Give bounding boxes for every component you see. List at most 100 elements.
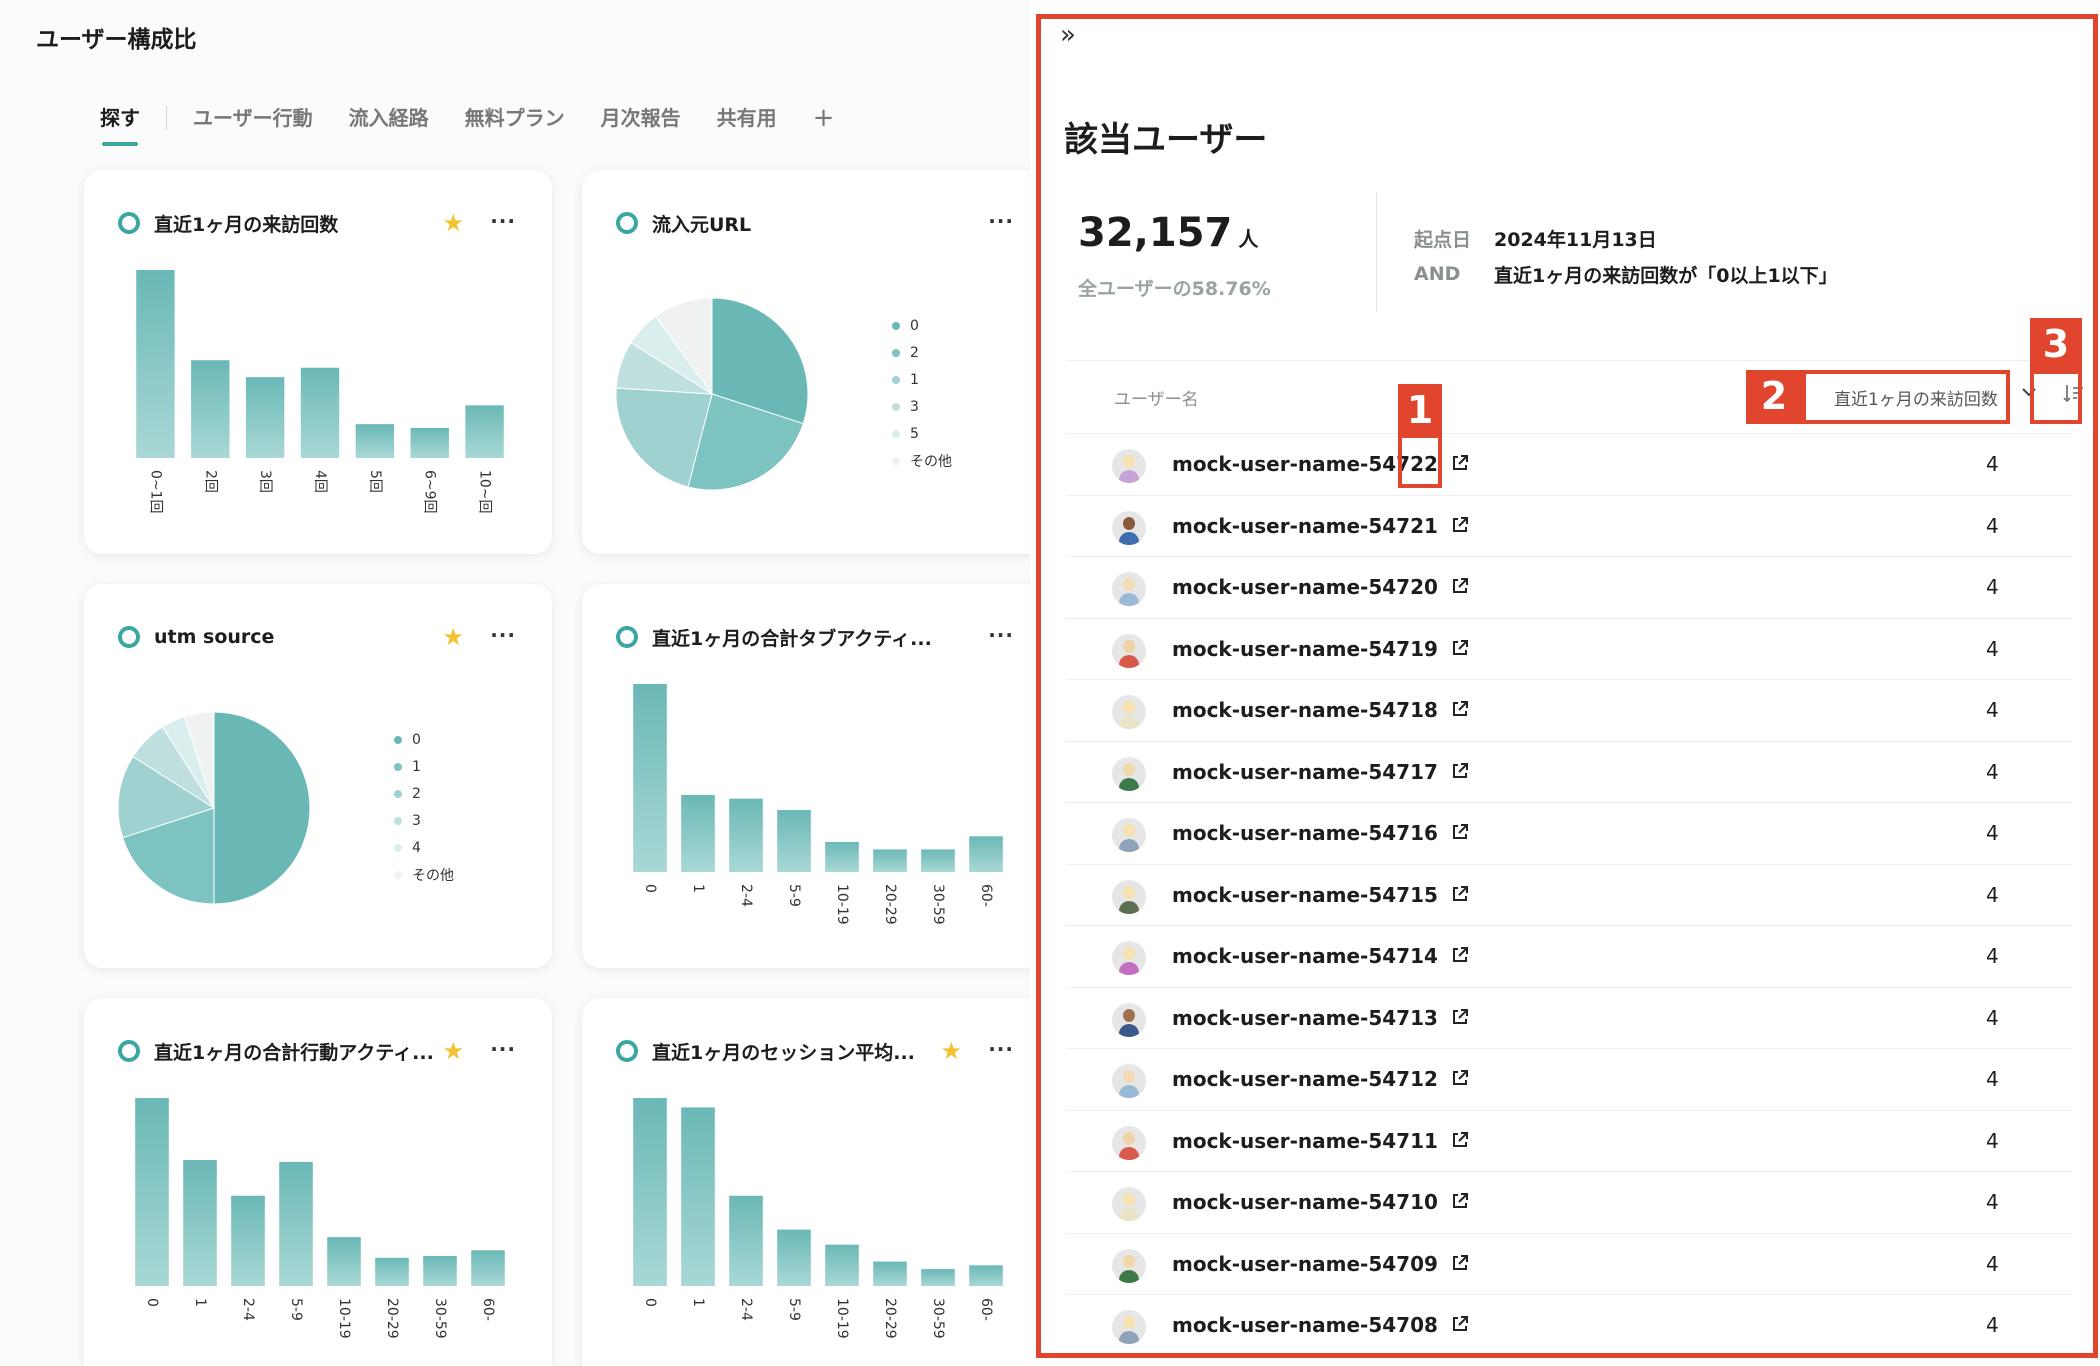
bar[interactable] [375,1257,409,1286]
table-row[interactable]: mock-user-name-54716 4 [1066,803,2072,865]
star-icon[interactable]: ★ [442,208,464,238]
more-options-icon[interactable]: ··· [490,208,516,234]
user-name-link[interactable]: mock-user-name-54708 [1172,1313,1438,1337]
tab-explore[interactable]: 探す [100,98,140,146]
external-link-icon[interactable] [1450,884,1470,904]
bar[interactable] [633,684,667,872]
external-link-icon[interactable] [1450,822,1470,842]
bar[interactable] [681,794,715,872]
user-name-link[interactable]: mock-user-name-54716 [1172,821,1438,845]
bar[interactable] [231,1195,265,1286]
external-link-icon[interactable] [1450,1191,1470,1211]
bar[interactable] [825,841,859,872]
table-row[interactable]: mock-user-name-54722 4 [1066,434,2072,496]
add-tab-button[interactable]: + [813,98,835,138]
bar[interactable] [465,405,504,458]
bar[interactable] [136,270,175,458]
table-row[interactable]: mock-user-name-54708 4 [1066,1295,2072,1357]
more-options-icon[interactable]: ··· [988,208,1014,234]
bar[interactable] [729,1195,763,1286]
tab-traffic-source[interactable]: 流入経路 [349,98,429,138]
user-name-link[interactable]: mock-user-name-54718 [1172,698,1438,722]
user-name-link[interactable]: mock-user-name-54709 [1172,1252,1438,1276]
user-name-link[interactable]: mock-user-name-54720 [1172,575,1438,599]
user-name-link[interactable]: mock-user-name-54714 [1172,944,1438,968]
external-link-icon[interactable] [1450,945,1470,965]
star-icon[interactable]: ★ [442,1036,464,1066]
table-row[interactable]: mock-user-name-54711 4 [1066,1111,2072,1172]
bar[interactable] [245,377,285,458]
chart-card[interactable]: 直近1ヶ月のセッション平均... ★ ··· 0 1 2-4 5-9 10-19 20-2… [582,998,1030,1366]
bar[interactable] [777,1229,811,1286]
more-options-icon[interactable]: ··· [490,622,516,648]
star-icon[interactable]: ★ [442,622,464,652]
bar[interactable] [681,1107,715,1286]
user-name-link[interactable]: mock-user-name-54715 [1172,883,1438,907]
user-name-link[interactable]: mock-user-name-54721 [1172,514,1438,538]
external-link-icon[interactable] [1450,638,1470,658]
bar[interactable] [183,1160,217,1286]
tab-free-plan[interactable]: 無料プラン [465,98,565,138]
table-row[interactable]: mock-user-name-54714 4 [1066,926,2072,988]
table-row[interactable]: mock-user-name-54709 4 [1066,1234,2072,1295]
user-name-link[interactable]: mock-user-name-54713 [1172,1006,1438,1030]
table-row[interactable]: mock-user-name-54719 4 [1066,619,2072,680]
external-link-icon[interactable] [1450,1007,1470,1027]
more-options-icon[interactable]: ··· [988,622,1014,648]
bar[interactable] [327,1237,361,1286]
external-link-icon[interactable] [1450,1253,1470,1273]
bar[interactable] [729,798,763,872]
pie-slice[interactable] [213,711,311,905]
external-link-icon[interactable] [1450,1314,1470,1334]
table-row[interactable]: mock-user-name-54712 4 [1066,1049,2072,1111]
more-options-icon[interactable]: ··· [490,1036,516,1062]
tab-shared[interactable]: 共有用 [717,98,777,138]
table-row[interactable]: mock-user-name-54721 4 [1066,496,2072,557]
table-row[interactable]: mock-user-name-54713 4 [1066,988,2072,1049]
bar[interactable] [355,424,395,458]
bar[interactable] [135,1098,169,1286]
chart-card[interactable]: 直近1ヶ月の合計タブアクティ... ··· 0 1 2-4 5-9 10-19 20-29… [582,584,1030,968]
more-options-icon[interactable]: ··· [988,1036,1014,1062]
bar[interactable] [873,1261,907,1286]
user-name-link[interactable]: mock-user-name-54719 [1172,637,1438,661]
user-name-link[interactable]: mock-user-name-54710 [1172,1190,1438,1214]
external-link-icon[interactable] [1450,515,1470,535]
table-row[interactable]: mock-user-name-54710 4 [1066,1172,2072,1234]
bar[interactable] [191,360,230,458]
bar[interactable] [633,1098,667,1286]
external-link-icon[interactable] [1450,1130,1470,1150]
bar[interactable] [279,1161,313,1286]
bar[interactable] [777,809,811,872]
bar[interactable] [825,1244,859,1286]
external-link-icon[interactable] [1450,453,1470,473]
table-row[interactable]: mock-user-name-54715 4 [1066,865,2072,926]
table-row[interactable]: mock-user-name-54720 4 [1066,557,2072,619]
collapse-panel-icon[interactable]: » [1060,20,1076,50]
bar[interactable] [969,836,1003,872]
star-icon[interactable]: ★ [940,1036,962,1066]
tab-monthly-report[interactable]: 月次報告 [601,98,681,138]
tab-user-behavior[interactable]: ユーザー行動 [193,98,313,138]
external-link-icon[interactable] [1450,1068,1470,1088]
chart-card[interactable]: 直近1ヶ月の合計行動アクティ... ★ ··· 0 1 2-4 5-9 10-19 20-… [84,998,552,1366]
table-row[interactable]: mock-user-name-54718 4 [1066,680,2072,742]
external-link-icon[interactable] [1450,761,1470,781]
bar[interactable] [921,849,955,872]
bar[interactable] [423,1255,457,1286]
bar[interactable] [873,849,907,872]
external-link-icon[interactable] [1450,699,1470,719]
table-row[interactable]: mock-user-name-54717 4 [1066,742,2072,803]
user-name-link[interactable]: mock-user-name-54712 [1172,1067,1438,1091]
chart-card[interactable]: 流入元URL ··· 0 2 1 3 5 その他 [582,170,1030,554]
user-name-link[interactable]: mock-user-name-54717 [1172,760,1438,784]
chart-card[interactable]: utm source ★ ··· 0 1 2 3 4 その他 [84,584,552,968]
bar[interactable] [410,427,449,458]
bar[interactable] [969,1265,1003,1286]
user-name-link[interactable]: mock-user-name-54711 [1172,1129,1438,1153]
bar[interactable] [471,1250,505,1286]
bar[interactable] [921,1269,955,1286]
external-link-icon[interactable] [1450,576,1470,596]
chart-card[interactable]: 直近1ヶ月の来訪回数 ★ ··· 0~1回 2回 3回 4回 5回 6~9回 10~回 [84,170,552,554]
bar[interactable] [300,367,340,458]
